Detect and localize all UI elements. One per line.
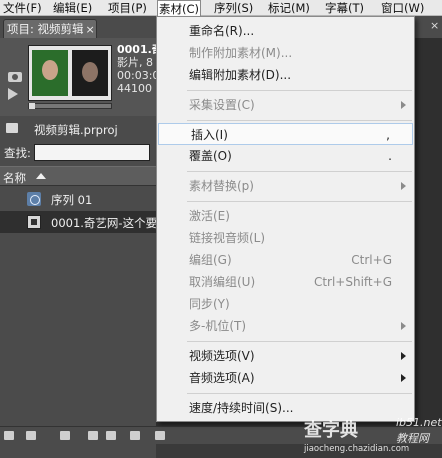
menu-clip[interactable]: 素材(C) [157, 0, 202, 16]
menu-title[interactable]: 字幕(T) [324, 0, 365, 16]
menu-item-label: 插入(I) [191, 128, 228, 142]
project-file-icon [6, 123, 18, 133]
menu-item-overlay[interactable]: 覆盖(O) . [157, 145, 414, 167]
column-header-label: 名称 [3, 171, 26, 185]
menu-marker[interactable]: 标记(M) [267, 0, 311, 16]
tab-project[interactable]: 项目: 视频剪辑 × [3, 19, 97, 38]
menu-item-shortcut: Ctrl+G [351, 253, 392, 267]
watermark: 查字典 ib51.net 教程网 jiaocheng.chazidian.com [300, 416, 442, 458]
menu-project[interactable]: 项目(P) [107, 0, 148, 16]
menu-item-replace-footage: 素材替换(p) [157, 175, 414, 197]
list-item[interactable]: 序列 01 [0, 188, 156, 210]
submenu-arrow-icon [401, 374, 406, 382]
clip-preview-area: 0001.奇 影片, 8 00:03:0 44100 H [0, 38, 164, 116]
menu-item-label: 覆盖(O) [189, 149, 232, 163]
right-panel-close-icon[interactable]: × [430, 19, 442, 33]
menu-separator [187, 201, 412, 202]
menu-item-ungroup: 取消编组(U) Ctrl+Shift+G [157, 271, 414, 293]
thumbnail-frame-left [32, 50, 68, 96]
menu-item-link-av: 链接视音频(L) [157, 227, 414, 249]
menu-separator [187, 120, 412, 121]
menu-item-rename[interactable]: 重命名(R)... [157, 20, 414, 42]
project-panel: 项目: 视频剪辑 × 0001.奇 影片, 8 00:03:0 44100 H 视… [0, 16, 164, 458]
menu-item-label: 多-机位(T) [189, 319, 247, 333]
list-item[interactable]: 0001.奇艺网-这个要 [0, 211, 158, 233]
menu-item-edit-subclip[interactable]: 编辑附加素材(D)... [157, 64, 414, 86]
menu-edit[interactable]: 编辑(E) [52, 0, 93, 16]
list-item-label: 0001.奇艺网-这个要 [51, 216, 158, 230]
menu-item-multicam: 多-机位(T) [157, 315, 414, 337]
menu-sequence[interactable]: 序列(S) [213, 0, 254, 16]
menu-item-label: 同步(Y) [189, 297, 230, 311]
menu-item-label: 取消编组(U) [189, 275, 256, 289]
menu-item-make-subclip: 制作附加素材(M)... [157, 42, 414, 64]
sequence-icon [27, 192, 41, 206]
clip-thumbnail [28, 45, 112, 101]
menu-item-label: 采集设置(C) [189, 98, 255, 112]
menu-item-video-options[interactable]: 视频选项(V) [157, 345, 414, 367]
find-icon[interactable] [88, 431, 98, 440]
menu-item-label: 素材替换(p) [189, 179, 254, 193]
menu-separator [187, 90, 412, 91]
menu-item-label: 激活(E) [189, 209, 230, 223]
watermark-site: ib51.net [396, 416, 442, 429]
tab-project-label: 项目: 视频剪辑 [7, 22, 84, 36]
search-input[interactable] [34, 144, 150, 161]
menu-item-shortcut: Ctrl+Shift+G [313, 275, 392, 289]
list-view-icon[interactable] [4, 431, 14, 440]
menu-separator [187, 393, 412, 394]
search-row: 查找: [0, 142, 156, 164]
icon-view-icon[interactable] [26, 431, 36, 440]
menu-window[interactable]: 窗口(W) [380, 0, 425, 16]
camera-icon[interactable] [8, 72, 22, 82]
menu-item-label: 速度/持续时间(S)... [189, 401, 294, 415]
menu-item-shortcut: , [386, 128, 390, 142]
column-header-name[interactable]: 名称 [0, 166, 156, 186]
menu-item-label: 编辑附加素材(D)... [189, 68, 292, 82]
clear-icon[interactable] [155, 431, 165, 440]
clip-icon [27, 215, 41, 229]
menu-item-shortcut: . [388, 149, 392, 163]
watermark-url: jiaocheng.chazidian.com [304, 444, 410, 454]
tab-close-icon[interactable]: × [86, 21, 95, 39]
menu-item-label: 重命名(R)... [189, 24, 255, 38]
watermark-brand: 查字典 [304, 420, 358, 441]
menu-file[interactable]: 文件(F) [2, 0, 43, 16]
menu-item-insert[interactable]: 插入(I) , [158, 123, 413, 145]
project-file-row: 视频剪辑.prproj [0, 116, 156, 142]
menu-item-audio-options[interactable]: 音频选项(A) [157, 367, 414, 389]
play-icon[interactable] [8, 88, 18, 100]
clip-menu-dropdown: 重命名(R)... 制作附加素材(M)... 编辑附加素材(D)... 采集设置… [156, 16, 415, 422]
thumbnail-frame-right [72, 50, 108, 96]
automate-icon[interactable] [60, 431, 70, 440]
submenu-arrow-icon [401, 182, 406, 190]
project-file-name: 视频剪辑.prproj [34, 123, 118, 137]
menu-item-label: 音频选项(A) [189, 371, 255, 385]
submenu-arrow-icon [401, 101, 406, 109]
new-item-icon[interactable] [130, 431, 140, 440]
search-label: 查找: [4, 146, 31, 160]
menu-item-label: 编组(G) [189, 253, 232, 267]
menu-separator [187, 341, 412, 342]
list-item-label: 序列 01 [51, 193, 93, 207]
menu-bar: 文件(F) 编辑(E) 项目(P) 素材(C) 序列(S) 标记(M) 字幕(T… [0, 0, 442, 16]
submenu-arrow-icon [401, 322, 406, 330]
menu-item-capture-settings: 采集设置(C) [157, 94, 414, 116]
menu-item-label: 链接视音频(L) [189, 231, 266, 245]
menu-item-synchronize: 同步(Y) [157, 293, 414, 315]
sort-ascending-icon[interactable] [36, 173, 46, 179]
thumbnail-scrubber[interactable] [28, 103, 112, 109]
menu-item-group: 编组(G) Ctrl+G [157, 249, 414, 271]
submenu-arrow-icon [401, 352, 406, 360]
menu-item-label: 视频选项(V) [189, 349, 255, 363]
menu-item-label: 制作附加素材(M)... [189, 46, 293, 60]
menu-item-enable: 激活(E) [157, 205, 414, 227]
new-bin-icon[interactable] [106, 431, 116, 440]
menu-separator [187, 171, 412, 172]
